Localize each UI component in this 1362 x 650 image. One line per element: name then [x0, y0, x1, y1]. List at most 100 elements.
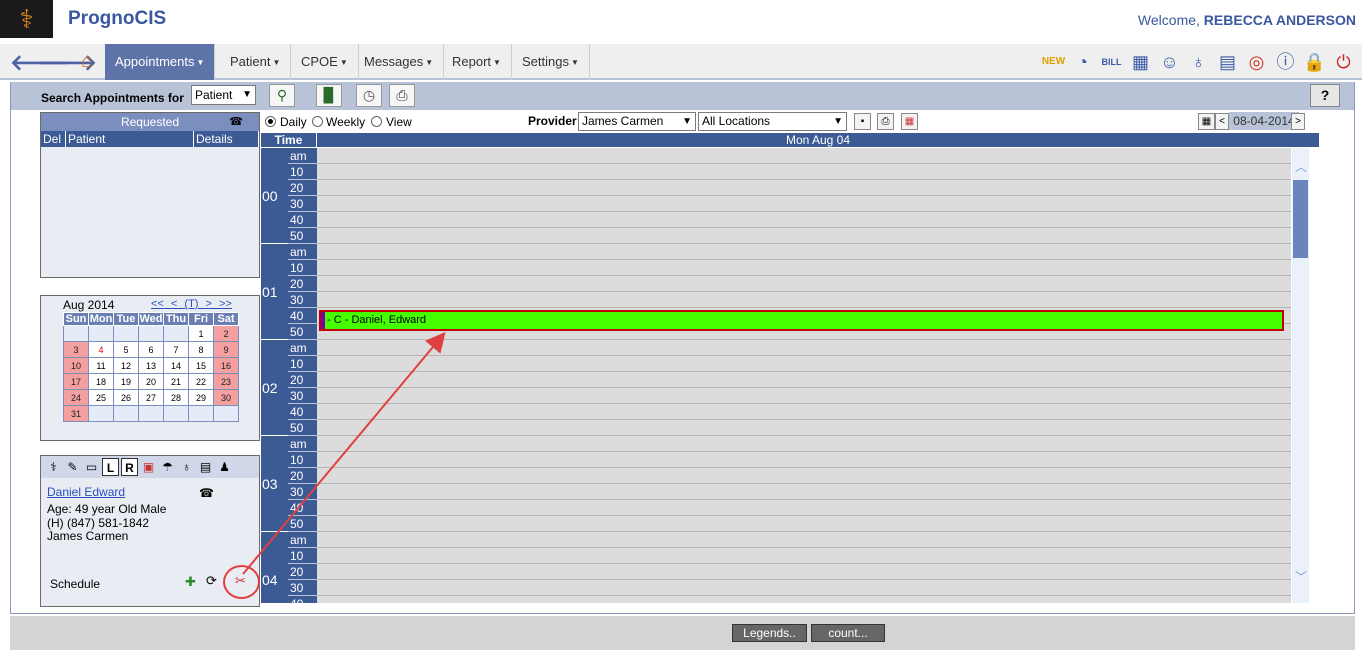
calendar-date[interactable]: 19 [113, 373, 139, 390]
time-slot-row[interactable] [317, 580, 1291, 596]
time-slot-row[interactable] [317, 468, 1291, 484]
cal-next-year[interactable]: >> [219, 298, 232, 310]
scroll-down-icon[interactable]: ﹀ [1295, 568, 1307, 585]
time-slot-row[interactable] [317, 420, 1291, 436]
time-slot-row[interactable] [317, 532, 1291, 548]
l-icon[interactable]: L [102, 458, 119, 476]
grid-scrollbar[interactable]: ︿ ﹀ [1292, 148, 1309, 603]
telephone-icon[interactable]: ☎ [199, 486, 214, 500]
calendar-date[interactable]: 2 [213, 325, 239, 342]
calendar-date[interactable]: 13 [138, 357, 164, 374]
new-icon[interactable]: NEW [1041, 49, 1066, 75]
time-slot-row[interactable] [317, 436, 1291, 452]
radio-weekly[interactable] [312, 116, 323, 127]
calendar-date[interactable]: 28 [163, 389, 189, 406]
dashboard-icon[interactable]: ◔ [1070, 49, 1095, 75]
doctor-icon[interactable]: ⚕ [45, 458, 62, 476]
appointment-block[interactable]: - C - Daniel, Edward [319, 310, 1284, 331]
stethoscope-icon[interactable]: ♁ [178, 458, 195, 476]
calendar-date[interactable]: 20 [138, 373, 164, 390]
time-slot-row[interactable] [317, 356, 1291, 372]
calendar-date[interactable]: 3 [63, 341, 89, 358]
calendar-date[interactable]: 22 [188, 373, 214, 390]
menu-appointments[interactable]: Appointments ▼ [105, 44, 216, 80]
help-button[interactable]: ? [1310, 84, 1340, 107]
date-picker-icon[interactable]: ▦ [1198, 113, 1215, 130]
calendar-date[interactable]: 1 [188, 325, 214, 342]
time-slot-row[interactable] [317, 388, 1291, 404]
cal-prev-year[interactable]: << [151, 298, 164, 310]
time-slot-row[interactable] [317, 596, 1291, 603]
family-icon[interactable]: ♟ [216, 458, 233, 476]
calendar-date[interactable]: 10 [63, 357, 89, 374]
time-slot-row[interactable] [317, 276, 1291, 292]
history-icon[interactable]: ◷ [356, 84, 382, 107]
calendar-date[interactable]: 31 [63, 405, 89, 422]
reschedule-icon[interactable]: ⟳ [206, 573, 217, 589]
home-icon[interactable]: ⌂ [74, 50, 100, 74]
time-slot-row[interactable] [317, 404, 1291, 420]
radio-daily[interactable] [265, 116, 276, 127]
time-slot-row[interactable] [317, 244, 1291, 260]
time-slot-row[interactable] [317, 500, 1291, 516]
binoculars-icon[interactable]: ⚲ [269, 84, 295, 107]
calendar-date[interactable]: 6 [138, 341, 164, 358]
scroll-thumb[interactable] [1293, 180, 1308, 258]
calendar-user-icon[interactable]: ▦ [901, 113, 918, 130]
time-slot-row[interactable] [317, 260, 1291, 276]
time-slot-row[interactable] [317, 564, 1291, 580]
r-icon[interactable]: R [121, 458, 138, 476]
calendar-date[interactable]: 16 [213, 357, 239, 374]
add-appointment-icon[interactable]: ✚ [185, 574, 196, 590]
time-slot-row[interactable] [317, 148, 1291, 164]
time-slot-row[interactable] [317, 372, 1291, 388]
umbrella-icon[interactable]: ☂ [159, 458, 176, 476]
calendar-icon[interactable]: ▦ [1128, 49, 1153, 75]
time-slot-row[interactable] [317, 484, 1291, 500]
stethoscope-icon[interactable]: ♁ [1186, 49, 1211, 75]
calendar-date[interactable]: 15 [188, 357, 214, 374]
new-document-icon[interactable]: ▉ [316, 84, 342, 107]
time-slot-row[interactable] [317, 340, 1291, 356]
cal-prev-month[interactable]: < [171, 298, 177, 310]
calendar-date[interactable]: 14 [163, 357, 189, 374]
time-slot-row[interactable] [317, 212, 1291, 228]
calendar-date[interactable]: 23 [213, 373, 239, 390]
telephone-icon[interactable]: ☎ [229, 115, 243, 128]
calendar-date[interactable]: 24 [63, 389, 89, 406]
documents-icon[interactable]: ▤ [1215, 49, 1240, 75]
patient-name-link[interactable]: Daniel Edward [47, 485, 125, 499]
scroll-up-icon[interactable]: ︿ [1295, 158, 1307, 175]
calendar-date[interactable]: 7 [163, 341, 189, 358]
user-icon[interactable]: ☺ [1157, 49, 1182, 75]
calendar-date[interactable]: 8 [188, 341, 214, 358]
time-slot-row[interactable] [317, 548, 1291, 564]
location-select[interactable]: All Locations ▼ [698, 112, 847, 131]
print-icon[interactable]: ⎙ [389, 84, 415, 107]
calendar-date[interactable]: 9 [213, 341, 239, 358]
lab-icon[interactable]: ▣ [140, 458, 157, 476]
lifebuoy-icon[interactable]: ◎ [1244, 49, 1269, 75]
time-slot-row[interactable] [317, 452, 1291, 468]
calendar-date[interactable]: 11 [88, 357, 114, 374]
time-slot-row[interactable] [317, 516, 1291, 532]
menu-report[interactable]: Report ▼ [442, 44, 512, 80]
time-slot-row[interactable] [317, 164, 1291, 180]
menu-messages[interactable]: Messages ▼ [354, 44, 445, 80]
calendar-date[interactable]: 4 [88, 341, 114, 358]
next-date-button[interactable]: > [1291, 113, 1305, 130]
calendar-date[interactable]: 29 [188, 389, 214, 406]
calendar-date[interactable]: 25 [88, 389, 114, 406]
print-icon[interactable]: ⎙ [877, 113, 894, 130]
provider-select[interactable]: James Carmen ▼ [578, 112, 696, 131]
calendar-date[interactable]: 12 [113, 357, 139, 374]
edit-patient-icon[interactable]: ✎ [64, 458, 81, 476]
cal-next-month[interactable]: > [206, 298, 212, 310]
lock-icon[interactable]: 🔒 [1302, 49, 1327, 75]
calendar-date[interactable]: 18 [88, 373, 114, 390]
time-slot-row[interactable] [317, 292, 1291, 308]
menu-settings[interactable]: Settings ▼ [512, 44, 590, 80]
time-slot-row[interactable] [317, 228, 1291, 244]
legends-button[interactable]: Legends.. [732, 624, 807, 642]
prev-date-button[interactable]: < [1215, 113, 1229, 130]
